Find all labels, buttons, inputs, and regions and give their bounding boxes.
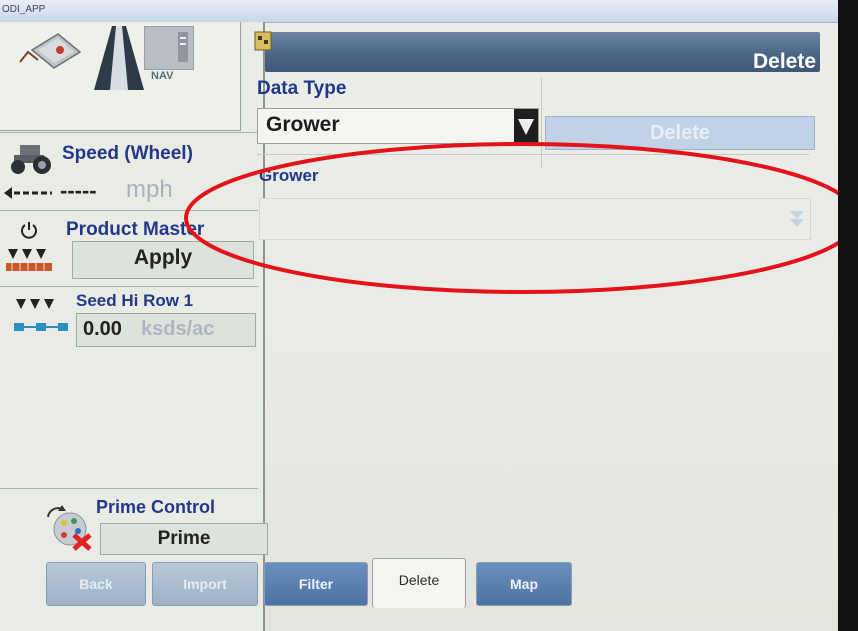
apply-button-label: Apply [133,246,193,269]
icon-cell-5[interactable] [192,22,241,131]
seed-rate-display[interactable]: 0.00 ksds/ac [76,313,256,347]
tab-bar: Back Import Filter Delete Map [0,556,840,631]
page-title: Delete [752,50,816,73]
speed-block[interactable]: Speed (Wheel) ----- mph [0,132,258,209]
grower-label: Grower [259,166,319,185]
nav-display-icon[interactable] [144,26,194,70]
app-title: ODI_APP [2,4,46,15]
right-panel: Delete Data Type Grower Delete Grower [254,22,840,562]
left-panel: NAV Speed (Wheel) ----- mph Product Mast… [0,22,268,631]
field-road-icon[interactable] [94,26,144,90]
seed-rows-icon [16,299,54,309]
tab-delete[interactable]: Delete [372,558,466,608]
tab-filter[interactable]: Filter [264,562,368,606]
seed-flow-icon [14,323,68,331]
apply-button[interactable]: Apply [72,241,254,279]
tab-import[interactable]: Import [152,562,258,606]
dropdown-arrow-icon[interactable] [514,109,538,143]
title-bar: ODI_APP [0,0,840,23]
screen: ODI_APP NAV Speed (Wheel) ----- mph Prod… [0,0,840,631]
grower-dropdown[interactable] [259,198,811,240]
delete-page-icon [254,31,272,51]
planter-icon[interactable] [18,30,96,74]
chevron-down-icon[interactable] [788,207,806,231]
data-type-value: Grower [266,113,340,136]
tab-back[interactable]: Back [46,562,146,606]
product-master-title: Product Master [66,219,205,240]
prime-button[interactable]: Prime [100,523,268,555]
seed-unit: ksds/ac [141,318,215,340]
seed-block: Seed Hi Row 1 0.00 ksds/ac [0,286,258,357]
arrow-left-icon [4,187,52,199]
prime-title: Prime Control [96,497,216,517]
nav-label: NAV [151,70,174,82]
screen-bezel [838,0,858,631]
planter-rows-icon [6,249,52,271]
page-header: Delete [254,31,820,73]
prime-control-icon [47,505,92,551]
divider [257,154,809,155]
product-master-block: Product Master Apply [0,210,258,285]
icon-strip: NAV [0,22,252,134]
delete-data-button[interactable]: Delete [545,116,815,150]
data-type-label: Data Type [257,78,347,99]
tab-map[interactable]: Map [476,562,572,606]
speed-value: ----- [60,178,97,203]
data-type-dropdown[interactable]: Grower [257,108,539,144]
seed-title: Seed Hi Row 1 [76,291,194,310]
seed-value: 0.00 [83,318,122,340]
speed-unit: mph [126,176,173,203]
power-icon [21,222,37,239]
prime-button-label: Prime [157,528,211,549]
speed-title: Speed (Wheel) [62,143,193,164]
tractor-icon [11,145,51,174]
